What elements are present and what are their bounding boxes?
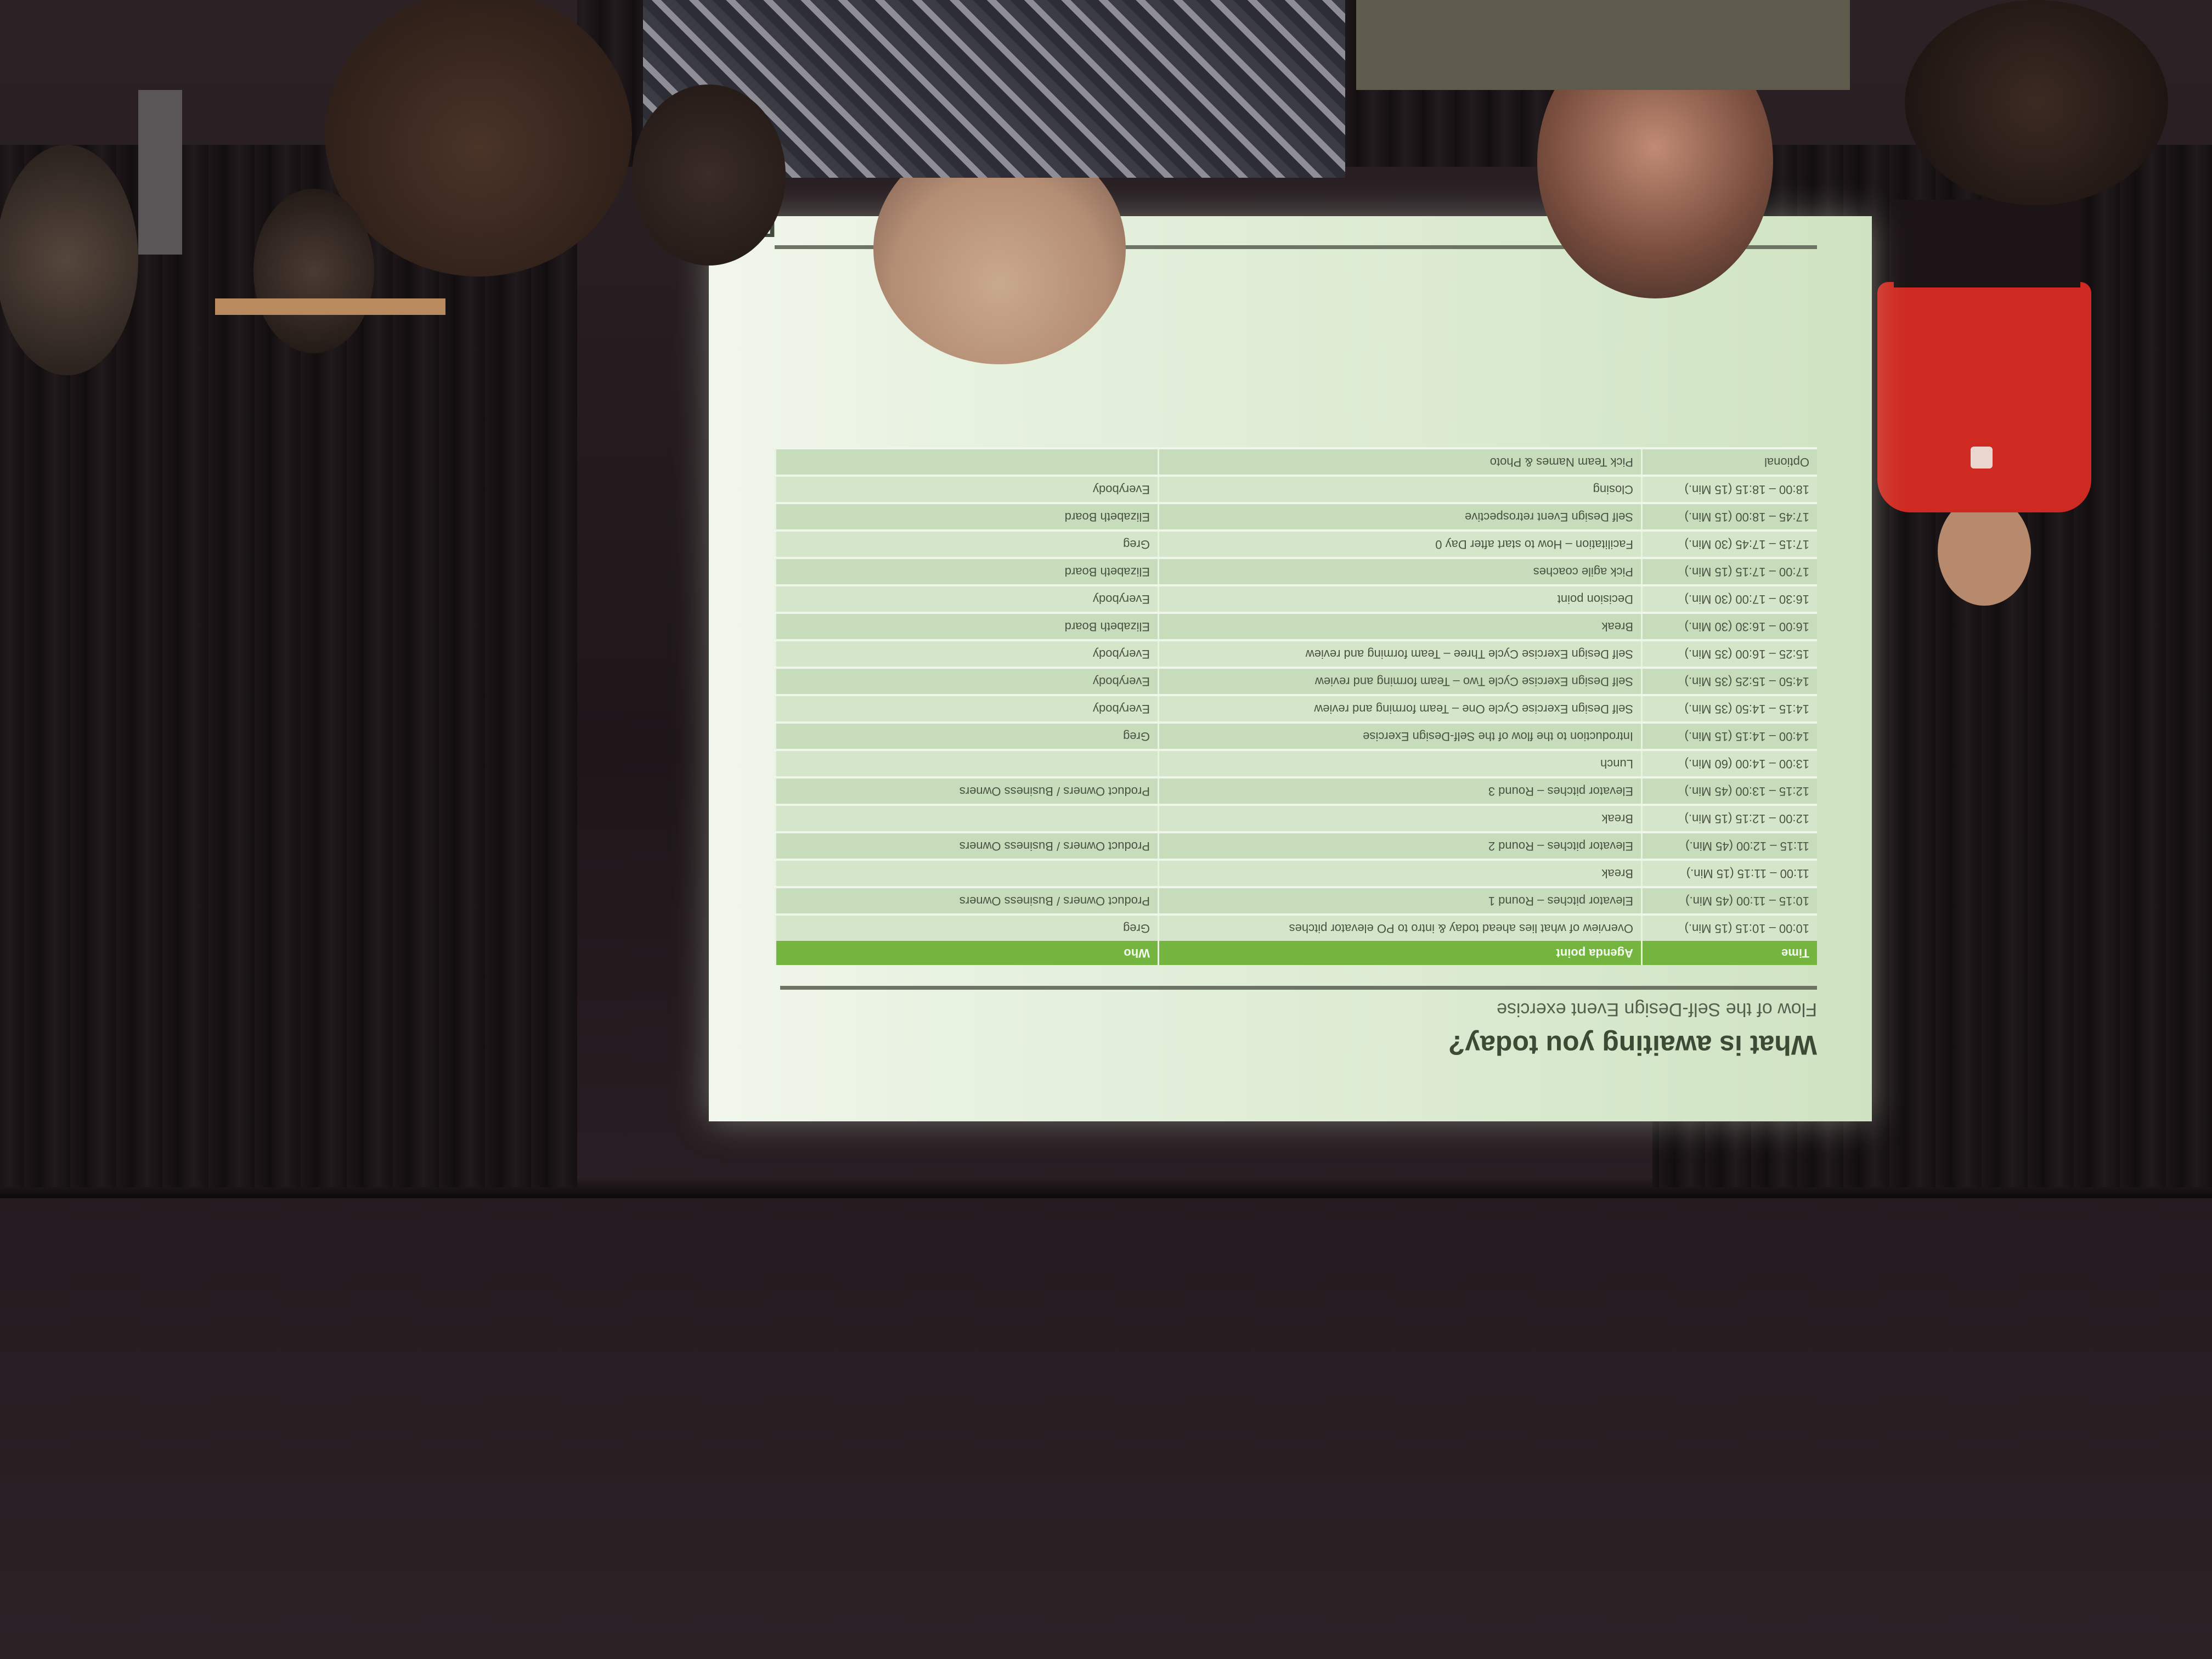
table-row: 13:00 – 14:00 (60 Min.) Lunch — [775, 750, 1817, 777]
agenda-cell-point: Break — [1158, 805, 1642, 832]
speaker-badge — [1971, 447, 1993, 469]
table-row: 16:30 – 17:00 (30 Min.) Decision point Eve… — [775, 585, 1817, 613]
agenda-cell-point: Facilitation – How to start after Day 0 — [1158, 531, 1642, 558]
agenda-cell-who: Product Owners / Business Owners — [775, 887, 1159, 915]
agenda-cell-time: 17:45 – 18:00 (15 Min.) — [1641, 503, 1817, 531]
stage-table — [215, 298, 445, 315]
table-row: 11:15 – 12:00 (45 Min.) Elevator pitches … — [775, 832, 1817, 860]
agenda-cell-point: Self Design Event retrospective — [1158, 503, 1642, 531]
slide-subtitle: Flow of the Self-Design Event exercise — [1497, 999, 1817, 1020]
agenda-cell-point: Self Design Exercise Cycle Two – Team fo… — [1158, 668, 1642, 695]
agenda-cell-who: Greg — [775, 723, 1159, 750]
agenda-cell-time: 12:00 – 12:15 (15 Min.) — [1641, 805, 1817, 832]
agenda-cell-point: Break — [1158, 860, 1642, 887]
table-row: 14:50 – 15:25 (35 Min.) Self Design Exerc… — [775, 668, 1817, 695]
agenda-cell-time: 10:15 – 11:00 (45 Min.) — [1641, 887, 1817, 915]
agenda-cell-point: Decision point — [1158, 585, 1642, 613]
column-header-who: Who — [775, 941, 1159, 965]
agenda-cell-who: Elizabeth Board — [775, 613, 1159, 640]
table-row: 14:00 – 14:15 (15 Min.) Introduction to t… — [775, 723, 1817, 750]
agenda-cell-point: Elevator pitches – Round 2 — [1158, 832, 1642, 860]
agenda-cell-point: Lunch — [1158, 750, 1642, 777]
speaker-person — [1861, 200, 2113, 606]
speaker-head — [1938, 496, 2031, 606]
agenda-cell-who: Everybody — [775, 585, 1159, 613]
column-header-time: Time — [1641, 941, 1817, 965]
table-row: 12:00 – 12:15 (15 Min.) Break — [775, 805, 1817, 832]
agenda-cell-time: 14:00 – 14:15 (15 Min.) — [1641, 723, 1817, 750]
agenda-cell-point: Closing — [1158, 476, 1642, 503]
agenda-cell-point: Pick Team Names & Photo — [1158, 448, 1642, 476]
agenda-cell-who: Greg — [775, 531, 1159, 558]
agenda-cell-time: 14:50 – 15:25 (35 Min.) — [1641, 668, 1817, 695]
audience-head-dark — [632, 84, 786, 266]
agenda-cell-time: 11:15 – 12:00 (45 Min.) — [1641, 832, 1817, 860]
agenda-cell-time: 16:00 – 16:30 (30 Min.) — [1641, 613, 1817, 640]
audience-head-edge — [0, 145, 138, 375]
stage-stand — [138, 90, 182, 255]
agenda-cell-time: 16:30 – 17:00 (30 Min.) — [1641, 585, 1817, 613]
agenda-cell-time: 14:15 – 14:50 (35 Min.) — [1641, 695, 1817, 723]
agenda-cell-time: 18:00 – 18:15 (15 Min.) — [1641, 476, 1817, 503]
agenda-cell-time: 17:00 – 17:15 (15 Min.) — [1641, 558, 1817, 585]
agenda-cell-who: Elizabeth Board — [775, 503, 1159, 531]
agenda-cell-point: Self Design Exercise Cycle One – Team fo… — [1158, 695, 1642, 723]
table-row: 17:45 – 18:00 (15 Min.) Self Design Event… — [775, 503, 1817, 531]
table-row: 17:15 – 17:45 (30 Min.) Facilitation – Ho… — [775, 531, 1817, 558]
table-row: 17:00 – 17:15 (15 Min.) Pick agile coache… — [775, 558, 1817, 585]
table-row: 10:15 – 11:00 (45 Min.) Elevator pitches … — [775, 887, 1817, 915]
slide-title: What is awaiting you today? — [1448, 1030, 1817, 1060]
agenda-cell-who: Everybody — [775, 695, 1159, 723]
table-row: 11:00 – 11:15 (15 Min.) Break — [775, 860, 1817, 887]
audience-shoulders — [1356, 0, 1850, 90]
agenda-cell-who: Everybody — [775, 668, 1159, 695]
agenda-cell-who: Product Owners / Business Owners — [775, 777, 1159, 805]
agenda-header-row: Time Agenda point Who — [775, 941, 1817, 965]
agenda-cell-point: Elevator pitches – Round 3 — [1158, 777, 1642, 805]
agenda-cell-point: Introduction to the flow of the Self-Des… — [1158, 723, 1642, 750]
agenda-cell-who: Product Owners / Business Owners — [775, 832, 1159, 860]
agenda-cell-time: 17:15 – 17:45 (30 Min.) — [1641, 531, 1817, 558]
table-row: 15:25 – 16:00 (35 Min.) Self Design Exerc… — [775, 640, 1817, 668]
slide: What is awaiting you today? Flow of the … — [742, 210, 1833, 1083]
agenda-cell-who: Elizabeth Board — [775, 558, 1159, 585]
audience-head-back — [253, 189, 374, 353]
agenda-cell-who: Everybody — [775, 476, 1159, 503]
speaker-legs — [1894, 200, 2080, 287]
agenda-cell-point: Overview of what lies ahead today & intr… — [1158, 915, 1642, 941]
agenda-cell-time: 15:25 – 16:00 (35 Min.) — [1641, 640, 1817, 668]
agenda-cell-point: Self Design Exercise Cycle Three – Team … — [1158, 640, 1642, 668]
agenda-cell-time: 13:00 – 14:00 (60 Min.) — [1641, 750, 1817, 777]
table-row: Optional Pick Team Names & Photo — [775, 448, 1817, 476]
agenda-cell-who: Greg — [775, 915, 1159, 941]
agenda-cell-who — [775, 805, 1159, 832]
speaker-red-shirt — [1877, 282, 2091, 512]
agenda-cell-time: 11:00 – 11:15 (15 Min.) — [1641, 860, 1817, 887]
table-row: 12:15 – 13:00 (45 Min.) Elevator pitches … — [775, 777, 1817, 805]
audience-head-brown-hair — [325, 0, 632, 276]
stage-floor — [0, 1187, 2212, 1659]
projection-screen: What is awaiting you today? Flow of the … — [709, 210, 1872, 1121]
agenda-cell-point: Elevator pitches – Round 1 — [1158, 887, 1642, 915]
title-divider — [780, 986, 1817, 990]
audience-head-corner — [1905, 0, 2168, 205]
agenda-cell-who — [775, 860, 1159, 887]
agenda-cell-who — [775, 750, 1159, 777]
table-row: 10:00 – 10:15 (15 Min.) Overview of what … — [775, 915, 1817, 941]
agenda-cell-who: Everybody — [775, 640, 1159, 668]
agenda-cell-who — [775, 448, 1159, 476]
table-row: 14:15 – 14:50 (35 Min.) Self Design Exerc… — [775, 695, 1817, 723]
agenda-cell-point: Pick agile coaches — [1158, 558, 1642, 585]
column-header-agenda-point: Agenda point — [1158, 941, 1642, 965]
agenda-cell-time: 10:00 – 10:15 (15 Min.) — [1641, 915, 1817, 941]
agenda-table: Time Agenda point Who 10:00 – 10:15 (15 … — [775, 447, 1817, 965]
table-row: 18:00 – 18:15 (15 Min.) Closing Everybody — [775, 476, 1817, 503]
agenda-cell-time: 12:15 – 13:00 (45 Min.) — [1641, 777, 1817, 805]
agenda-cell-point: Break — [1158, 613, 1642, 640]
table-row: 16:00 – 16:30 (30 Min.) Break Elizabeth Bo… — [775, 613, 1817, 640]
agenda-cell-time: Optional — [1641, 448, 1817, 476]
photo-upside-down: What is awaiting you today? Flow of the … — [0, 0, 2212, 1659]
